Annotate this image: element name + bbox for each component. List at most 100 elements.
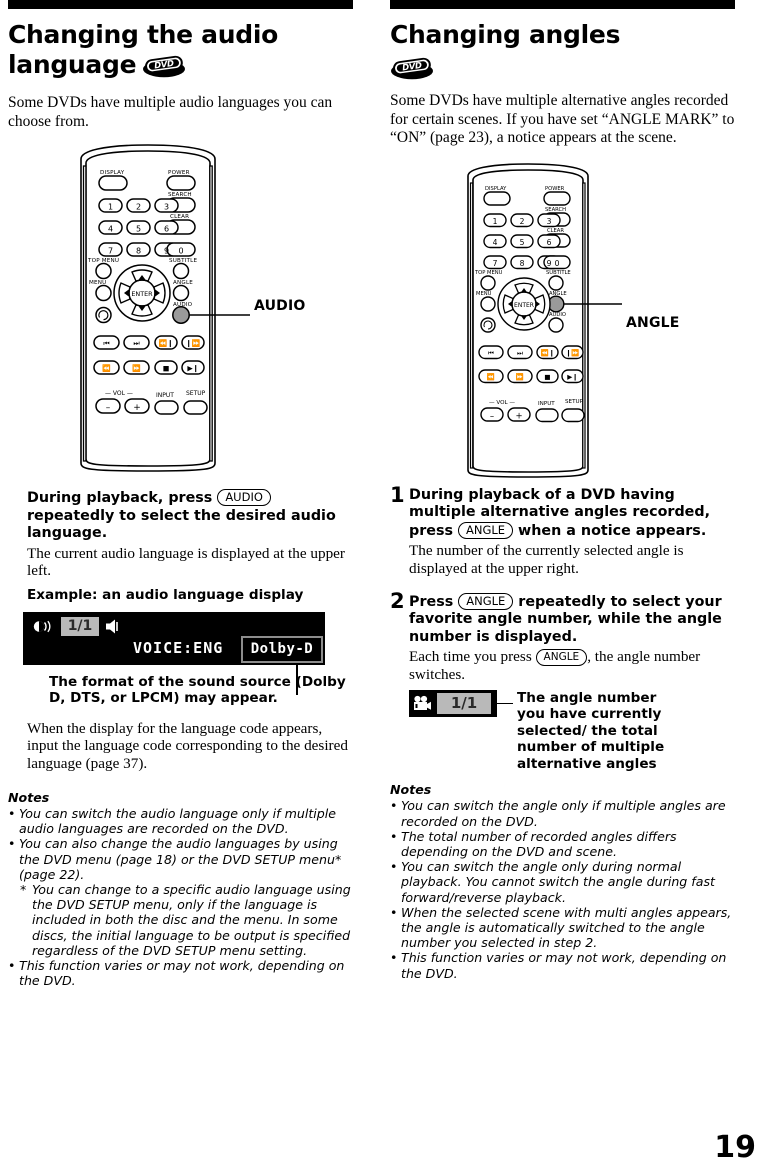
- angle-osd-caption: The angle number you have currently sele…: [517, 689, 665, 772]
- camera-icon: [414, 695, 431, 710]
- right-remote-diagram: DISPLAY POWER SEARCH CLEAR TOP MENU SUBT…: [390, 158, 735, 483]
- format-leader-line: [296, 664, 298, 695]
- svg-text:❙⏩: ❙⏩: [186, 339, 201, 348]
- left-page-title: Changing the audio language DVD: [8, 20, 353, 80]
- left-note-text: You can also change the audio languages …: [19, 836, 342, 882]
- audio-osd-format: Dolby-D: [241, 635, 323, 663]
- left-instruction-block: During playback, press AUDIO repeatedly …: [27, 489, 353, 604]
- svg-text:AUDIO: AUDIO: [549, 312, 566, 318]
- left-notes-block: Notes • You can switch the audio language…: [8, 790, 353, 988]
- left-column: Changing the audio language DVD Some DVD…: [8, 0, 353, 988]
- svg-text:6: 6: [164, 225, 169, 234]
- left-note-item: • This function varies or may not work, d…: [8, 958, 353, 988]
- left-title-line2: language: [8, 50, 137, 79]
- header-rule-right: [390, 0, 735, 9]
- svg-text:▶❙: ▶❙: [567, 373, 578, 381]
- right-note-item: • You can switch the angle only during no…: [390, 859, 735, 905]
- right-note-text: You can switch the angle only during nor…: [401, 859, 715, 905]
- svg-text:0: 0: [555, 259, 560, 268]
- step-2: 2 Press ANGLE repeatedly to select your …: [390, 588, 735, 773]
- svg-text:— VOL —: — VOL —: [489, 400, 515, 406]
- dvd-disc-icon: DVD: [142, 54, 186, 78]
- bullet-glyph: •: [390, 859, 398, 875]
- svg-text:0: 0: [178, 247, 183, 256]
- bullet-glyph: •: [8, 805, 16, 821]
- svg-text:–: –: [490, 411, 494, 421]
- svg-text:⏭: ⏭: [133, 340, 140, 348]
- svg-text:ENTER: ENTER: [514, 301, 534, 308]
- right-note-item: • This function varies or may not work, d…: [390, 950, 735, 980]
- right-note-item: • The total number of recorded angles dif…: [390, 829, 735, 859]
- bullet-glyph: •: [390, 798, 398, 814]
- dvd-disc-icon: DVD: [390, 56, 434, 80]
- svg-text:■: ■: [544, 373, 550, 381]
- angle-osd-screen: 1/1: [409, 689, 497, 717]
- svg-text:2: 2: [136, 203, 141, 212]
- svg-text:SUBTITLE: SUBTITLE: [546, 270, 571, 276]
- step-2-sub: Each time you press ANGLE, the angle num…: [409, 648, 735, 684]
- step-1: 1 During playback of a DVD having multip…: [390, 482, 735, 578]
- svg-text:4: 4: [493, 238, 498, 247]
- svg-text:4: 4: [108, 225, 113, 234]
- svg-text:POWER: POWER: [545, 186, 565, 192]
- svg-text:6: 6: [547, 238, 552, 247]
- step-2-bold-b: repeatedly to select your favorite angle…: [409, 593, 722, 645]
- right-note-text: You can switch the angle only if multipl…: [401, 798, 726, 829]
- svg-text:+: +: [133, 403, 141, 413]
- audio-osd-caption: The format of the sound source (Dolby D,…: [49, 673, 346, 707]
- left-note-text: You can switch the audio language only i…: [19, 805, 337, 837]
- bullet-glyph: •: [8, 958, 16, 974]
- svg-text:⏭: ⏭: [517, 349, 523, 357]
- remote-svg-right: DISPLAY POWER SEARCH CLEAR TOP MENU SUBT…: [467, 162, 622, 478]
- angle-keycap: ANGLE: [535, 649, 588, 667]
- svg-text:SEARCH: SEARCH: [168, 192, 192, 198]
- svg-text:INPUT: INPUT: [156, 392, 174, 399]
- svg-text:MENU: MENU: [476, 291, 492, 297]
- svg-text:SETUP: SETUP: [186, 390, 206, 397]
- left-remote-diagram: DISPLAY POWER SEARCH CLEAR TOP MENU SUBT…: [8, 141, 353, 481]
- bullet-glyph: •: [390, 828, 398, 844]
- svg-text:7: 7: [493, 259, 498, 268]
- svg-text:+: +: [515, 411, 522, 421]
- bullet-glyph: •: [8, 836, 16, 852]
- bullet-glyph: •: [390, 904, 398, 920]
- right-title-line1: Changing angles: [390, 20, 621, 49]
- svg-text:3: 3: [164, 203, 169, 212]
- svg-text:INPUT: INPUT: [538, 401, 555, 407]
- step-1-number: 1: [390, 482, 405, 507]
- manual-page: Changing the audio language DVD Some DVD…: [0, 0, 764, 1169]
- svg-text:■: ■: [163, 365, 170, 373]
- svg-text:9: 9: [547, 259, 552, 268]
- svg-text:8: 8: [520, 259, 525, 268]
- svg-text:–: –: [106, 403, 111, 413]
- audio-osd-counter: 1/1: [61, 616, 99, 636]
- step-1-bold-b: when a notice appears.: [518, 522, 707, 539]
- svg-text:DISPLAY: DISPLAY: [485, 186, 507, 192]
- svg-text:DISPLAY: DISPLAY: [100, 170, 125, 176]
- right-note-item: • You can switch the angle only if multip…: [390, 798, 735, 828]
- audio-osd-voice: VOICE:ENG: [133, 638, 224, 657]
- audio-speaker-icon: [33, 620, 51, 632]
- step-2-number: 2: [390, 588, 405, 613]
- right-note-text: This function varies or may not work, de…: [401, 950, 727, 981]
- svg-text:❙⏩: ❙⏩: [566, 349, 580, 357]
- svg-text:⏮: ⏮: [103, 340, 109, 348]
- left-instruction-sub: The current audio language is displayed …: [27, 544, 345, 580]
- svg-text:TOP MENU: TOP MENU: [474, 270, 503, 276]
- left-note-item: • You can also change the audio languages…: [8, 836, 353, 882]
- angle-osd-counter: 1/1: [437, 692, 491, 714]
- audio-callout-label: AUDIO: [254, 298, 306, 314]
- right-intro-text: Some DVDs have multiple alternative angl…: [390, 92, 735, 146]
- left-instruction-bold: During playback, press AUDIO repeatedly …: [27, 489, 353, 543]
- svg-text:1: 1: [108, 203, 113, 212]
- page-number: 19: [714, 1130, 756, 1165]
- audio-osd-wrap: 1/1 VOICE:ENG Dolby-D: [23, 611, 353, 695]
- svg-text:⏪❙: ⏪❙: [541, 349, 555, 357]
- svg-text:⏩: ⏩: [516, 373, 524, 381]
- angle-osd-leader-line: [497, 702, 513, 705]
- right-note-text: When the selected scene with multi angle…: [401, 904, 732, 951]
- svg-text:SEARCH: SEARCH: [545, 207, 566, 213]
- svg-text:▶❙: ▶❙: [187, 365, 198, 373]
- right-notes-title: Notes: [390, 782, 432, 798]
- right-note-text: The total number of recorded angles diff…: [401, 828, 677, 859]
